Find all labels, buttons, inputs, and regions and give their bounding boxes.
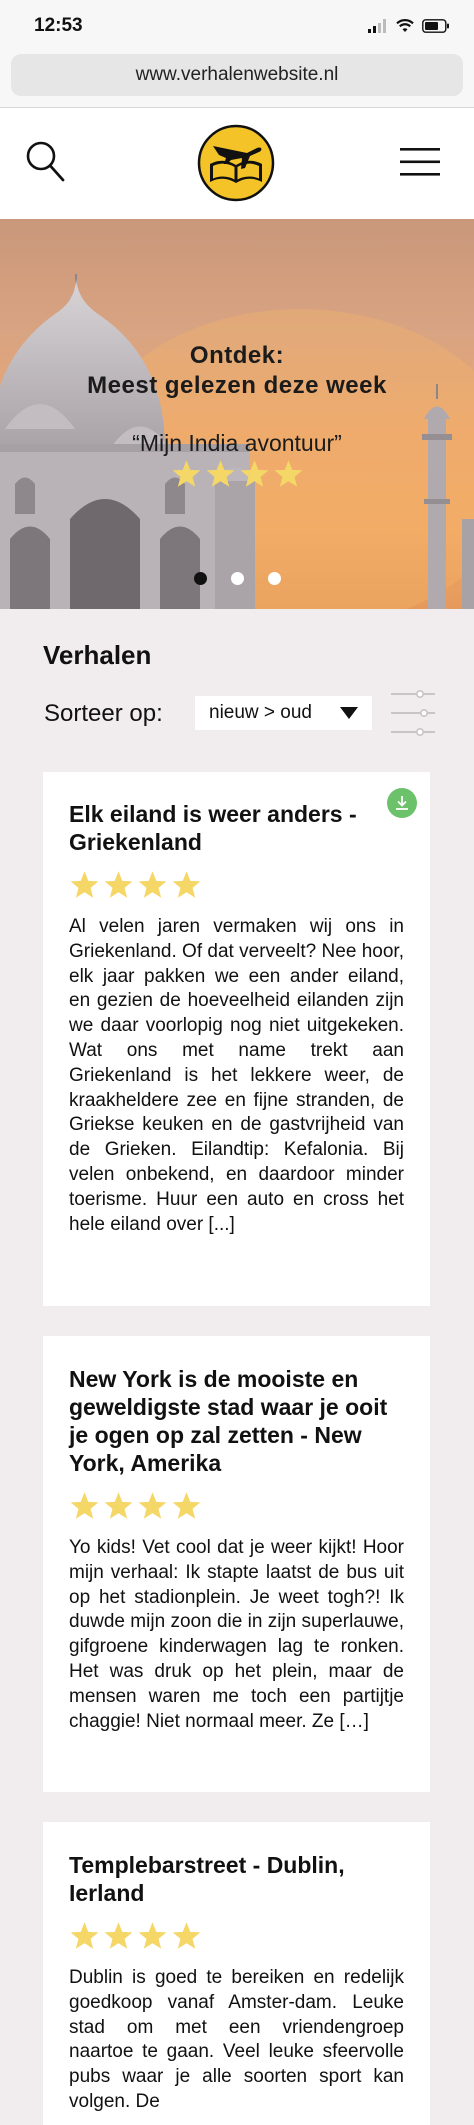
story-card[interactable]: Templebarstreet - Dublin, Ierland Dublin… <box>43 1822 430 2125</box>
story-card[interactable]: Elk eiland is weer anders - Griekenland … <box>43 772 430 1306</box>
star-icon <box>103 1921 134 1950</box>
hero-kicker: Ontdek: <box>189 342 285 369</box>
search-button[interactable] <box>24 138 68 186</box>
star-icon <box>171 1491 202 1520</box>
search-icon <box>26 141 65 182</box>
star-icon <box>103 1491 134 1520</box>
star-icon <box>137 1921 168 1950</box>
story-title[interactable]: Elk eiland is weer anders - Griekenland <box>69 800 404 856</box>
star-icon <box>137 1491 168 1520</box>
sort-dropdown[interactable]: nieuw > oud <box>195 696 372 730</box>
star-icon <box>69 1491 100 1520</box>
sliders-icon <box>391 689 435 736</box>
status-time: 12:53 <box>34 15 83 36</box>
hero-title: Meest gelezen deze week <box>87 372 387 399</box>
star-icon <box>205 459 236 488</box>
star-icon <box>69 1921 100 1950</box>
status-bar: 12:53 <box>0 0 474 52</box>
story-title[interactable]: Templebarstreet - Dublin, Ierland <box>69 1851 404 1907</box>
story-title[interactable]: New York is de mooiste en geweldigste st… <box>69 1365 404 1477</box>
star-icon <box>171 870 202 899</box>
sort-label: Sorteer op: <box>44 700 163 727</box>
download-icon <box>396 796 408 810</box>
status-icons <box>368 18 450 34</box>
star-icon <box>103 870 134 899</box>
url-bar[interactable]: www.verhalenwebsite.nl <box>11 54 463 96</box>
star-icon <box>137 870 168 899</box>
hero-featured-story[interactable]: “Mijn India avontuur” <box>0 430 474 457</box>
browser-chrome: www.verhalenwebsite.nl <box>0 52 474 108</box>
filter-button[interactable] <box>391 689 435 736</box>
url-text: www.verhalenwebsite.nl <box>135 64 339 85</box>
story-rating <box>69 1491 404 1520</box>
star-icon <box>171 459 202 488</box>
hero-text: Ontdek: Meest gelezen deze week “Mijn In… <box>0 342 474 488</box>
signal-icon <box>368 19 386 33</box>
caret-down-icon <box>340 707 358 719</box>
story-excerpt: Yo kids! Vet cool dat je weer kijkt! Hoo… <box>69 1537 404 1732</box>
story-card[interactable]: New York is de mooiste en geweldigste st… <box>43 1336 430 1792</box>
site-logo[interactable] <box>197 124 275 202</box>
book-airplane-icon <box>197 124 275 202</box>
download-button[interactable] <box>387 788 417 818</box>
carousel-dot-3[interactable] <box>267 572 281 585</box>
hero-carousel[interactable]: Ontdek: Meest gelezen deze week “Mijn In… <box>0 219 474 609</box>
carousel-dot-1[interactable] <box>193 572 207 585</box>
story-rating <box>69 1921 404 1950</box>
section-title: Verhalen <box>43 640 152 670</box>
story-excerpt: Dublin is goed te bereiken en redelijk g… <box>69 1967 404 2112</box>
hero-rating <box>0 459 474 488</box>
star-icon <box>239 459 270 488</box>
carousel-dot-2[interactable] <box>230 572 244 585</box>
carousel-dots <box>0 572 474 585</box>
story-excerpt: Al velen jaren vermaken wij ons in Griek… <box>69 916 404 1235</box>
menu-button[interactable] <box>398 144 442 180</box>
star-icon <box>69 870 100 899</box>
star-icon <box>273 459 304 488</box>
hamburger-menu-icon <box>400 148 440 176</box>
site-header <box>0 108 474 219</box>
wifi-icon <box>396 19 414 32</box>
star-icon <box>171 1921 202 1950</box>
sort-value: nieuw > oud <box>209 702 312 723</box>
battery-icon <box>422 19 449 33</box>
story-rating <box>69 870 404 899</box>
